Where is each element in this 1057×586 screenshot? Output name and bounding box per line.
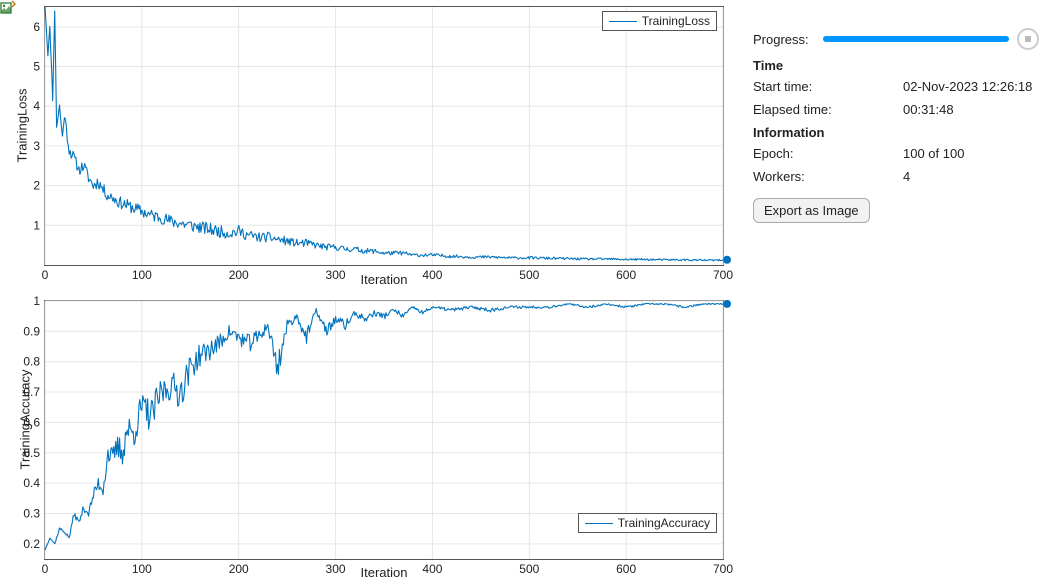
svg-text:1: 1 xyxy=(33,294,40,308)
time-header: Time xyxy=(753,58,1039,73)
loss-chart: 1234560100200300400500600700 TrainingLos… xyxy=(44,6,724,266)
export-image-icon xyxy=(0,0,16,16)
legend-line-icon xyxy=(585,523,613,524)
progress-label: Progress: xyxy=(753,32,823,47)
stop-icon xyxy=(1025,36,1031,42)
svg-text:0.9: 0.9 xyxy=(23,324,40,338)
info-header: Information xyxy=(753,125,1039,140)
start-time-label: Start time: xyxy=(753,79,903,94)
elapsed-time-value: 00:31:48 xyxy=(903,102,954,117)
svg-text:5: 5 xyxy=(33,60,40,74)
svg-text:0.3: 0.3 xyxy=(23,506,40,520)
loss-xlabel: Iteration xyxy=(44,272,724,287)
svg-text:1: 1 xyxy=(33,218,40,232)
svg-text:6: 6 xyxy=(33,20,40,34)
svg-text:2: 2 xyxy=(33,179,40,193)
svg-text:3: 3 xyxy=(33,139,40,153)
legend-line-icon xyxy=(609,21,637,22)
workers-value: 4 xyxy=(903,169,910,184)
epoch-value: 100 of 100 xyxy=(903,146,964,161)
legend-label: TrainingLoss xyxy=(642,14,710,28)
export-image-button[interactable]: Export as Image xyxy=(753,198,870,223)
info-panel: Progress: Time Start time: 02-Nov-2023 1… xyxy=(735,0,1057,586)
stop-button[interactable] xyxy=(1017,28,1039,50)
legend-label: TrainingAccuracy xyxy=(618,516,710,530)
accuracy-xlabel: Iteration xyxy=(44,565,724,580)
start-time-value: 02-Nov-2023 12:26:18 xyxy=(903,79,1032,94)
export-label: Export as Image xyxy=(764,203,859,218)
accuracy-chart: 0.20.30.40.50.60.70.80.91010020030040050… xyxy=(44,300,724,560)
elapsed-time-label: Elapsed time: xyxy=(753,102,903,117)
svg-text:4: 4 xyxy=(33,99,40,113)
accuracy-ylabel: TrainingAccuracy xyxy=(18,355,33,485)
svg-text:0.2: 0.2 xyxy=(23,537,40,551)
workers-label: Workers: xyxy=(753,169,903,184)
loss-ylabel: TrainingLoss xyxy=(15,76,30,176)
progress-fill xyxy=(823,36,1009,42)
epoch-label: Epoch: xyxy=(753,146,903,161)
chart-area: 1234560100200300400500600700 TrainingLos… xyxy=(0,0,735,586)
loss-legend: TrainingLoss xyxy=(602,11,717,31)
progress-bar xyxy=(823,36,1009,42)
accuracy-legend: TrainingAccuracy xyxy=(578,513,717,533)
